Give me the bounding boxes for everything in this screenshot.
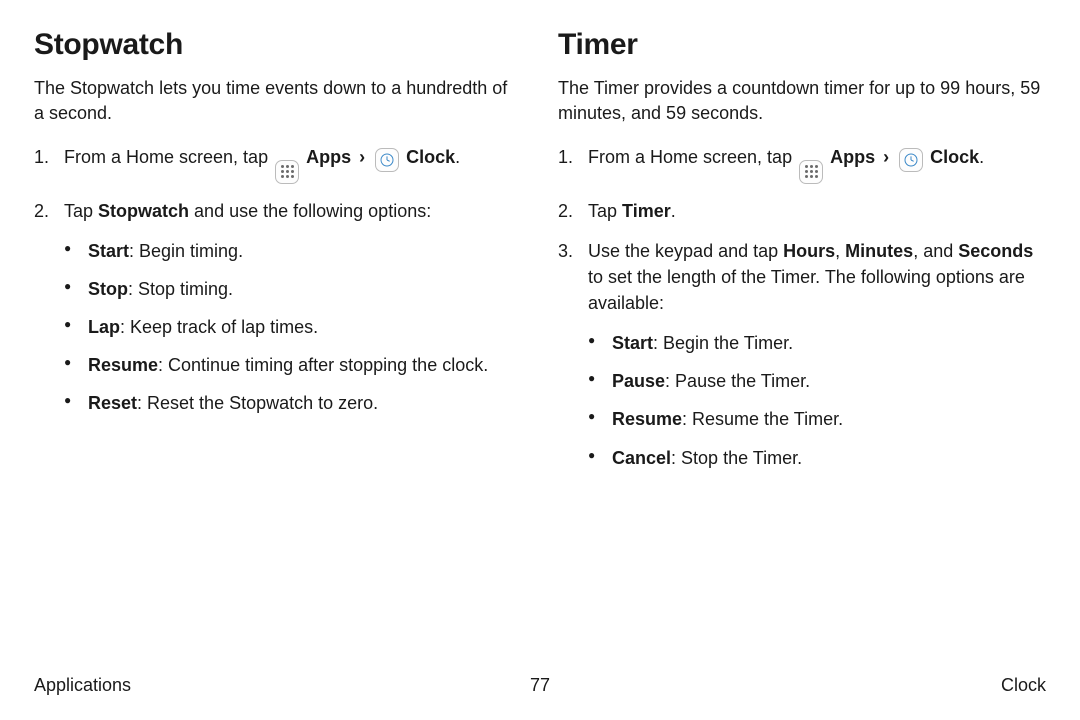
footer-section-label: Applications [34,675,131,696]
step-text: From a Home screen, tap [64,147,273,167]
step-text: Tap [588,201,622,221]
step-item: Use the keypad and tap Hours, Minutes, a… [558,238,1046,471]
option-item: Start: Begin the Timer. [588,330,1046,356]
apps-icon [799,160,823,184]
chevron-right-icon: › [359,147,365,167]
step-text: to set the length of the Timer. The foll… [588,267,1025,313]
step-text: , [835,241,845,261]
option-desc: : Stop the Timer. [671,448,802,468]
option-desc: : Begin the Timer. [653,333,793,353]
option-term: Resume [612,409,682,429]
step-text: Use the keypad and tap [588,241,783,261]
option-desc: : Begin timing. [129,241,243,261]
option-desc: : Continue timing after stopping the clo… [158,355,488,375]
option-item: Resume: Continue timing after stopping t… [64,352,522,378]
footer-topic-label: Clock [1001,675,1046,696]
stopwatch-section: Stopwatch The Stopwatch lets you time ev… [34,28,522,485]
option-item: Stop: Stop timing. [64,276,522,302]
step-text: and use the following options: [189,201,431,221]
option-term: Start [88,241,129,261]
minutes-bold: Minutes [845,241,913,261]
step-text: . [671,201,676,221]
stopwatch-options: Start: Begin timing. Stop: Stop timing. … [64,238,522,416]
option-term: Lap [88,317,120,337]
option-item: Start: Begin timing. [64,238,522,264]
stopwatch-bold: Stopwatch [98,201,189,221]
step-text: Tap [64,201,98,221]
timer-intro: The Timer provides a countdown timer for… [558,76,1046,126]
option-term: Pause [612,371,665,391]
apps-label: Apps [830,147,875,167]
option-desc: : Stop timing. [128,279,233,299]
option-desc: : Reset the Stopwatch to zero. [137,393,378,413]
timer-section: Timer The Timer provides a countdown tim… [558,28,1046,485]
period: . [455,147,460,167]
option-item: Lap: Keep track of lap times. [64,314,522,340]
step-item: Tap Stopwatch and use the following opti… [34,198,522,417]
hours-bold: Hours [783,241,835,261]
period: . [979,147,984,167]
stopwatch-intro: The Stopwatch lets you time events down … [34,76,522,126]
step-text: From a Home screen, tap [588,147,797,167]
option-item: Resume: Resume the Timer. [588,406,1046,432]
stopwatch-steps: From a Home screen, tap Apps › Clock. Ta… [34,144,522,416]
option-item: Reset: Reset the Stopwatch to zero. [64,390,522,416]
option-term: Reset [88,393,137,413]
seconds-bold: Seconds [958,241,1033,261]
option-desc: : Resume the Timer. [682,409,843,429]
step-item: From a Home screen, tap Apps › Clock. [558,144,1046,184]
apps-icon [275,160,299,184]
step-item: From a Home screen, tap Apps › Clock. [34,144,522,184]
option-item: Pause: Pause the Timer. [588,368,1046,394]
apps-label: Apps [306,147,351,167]
option-term: Cancel [612,448,671,468]
option-term: Start [612,333,653,353]
timer-heading: Timer [558,28,1046,62]
option-desc: : Pause the Timer. [665,371,810,391]
option-term: Stop [88,279,128,299]
clock-icon [899,148,923,172]
clock-icon [375,148,399,172]
step-item: Tap Timer. [558,198,1046,224]
stopwatch-heading: Stopwatch [34,28,522,62]
footer-page-number: 77 [530,675,550,696]
page-footer: Applications 77 Clock [34,675,1046,696]
option-term: Resume [88,355,158,375]
timer-options: Start: Begin the Timer. Pause: Pause the… [588,330,1046,470]
step-text: , and [913,241,958,261]
clock-label: Clock [406,147,455,167]
option-desc: : Keep track of lap times. [120,317,318,337]
timer-bold: Timer [622,201,671,221]
option-item: Cancel: Stop the Timer. [588,445,1046,471]
timer-steps: From a Home screen, tap Apps › Clock. Ta… [558,144,1046,470]
chevron-right-icon: › [883,147,889,167]
clock-label: Clock [930,147,979,167]
